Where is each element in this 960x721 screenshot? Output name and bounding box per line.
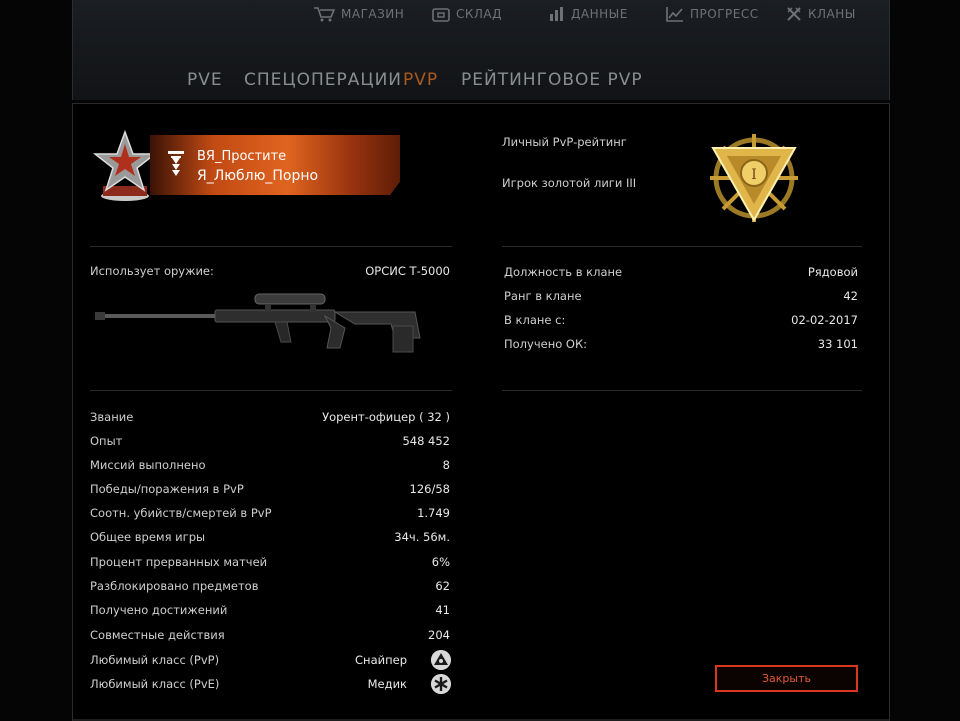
stat-label: Процент прерванных матчей [90,555,268,569]
tab-ranked-pvp[interactable]: РЕЙТИНГОВОЕ PVP [461,70,643,90]
weapon-name: ОРСИС Т-5000 [365,264,450,278]
clans-icon [787,7,801,21]
nav-warehouse[interactable]: СКЛАД [432,6,502,22]
nav-progress-label: ПРОГРЕСС [690,7,759,21]
clan-emblem-icon [168,151,184,176]
stat-label: Звание [90,410,134,424]
clan-since-value: 02-02-2017 [791,313,858,327]
stat-label: Соотн. убийств/смертей в PvP [90,506,272,520]
nav-data-label: ДАННЫЕ [571,7,628,21]
divider [90,390,452,391]
league-numeral: I [751,167,757,183]
stat-value: 41 [435,603,450,617]
tab-pve[interactable]: PVE [187,70,223,90]
player-nickname: Я_Люблю_Порно [197,168,319,184]
medic-class-icon [431,674,451,694]
data-icon [550,7,563,21]
stat-value: 204 [428,628,450,642]
tab-special-ops[interactable]: СПЕЦОПЕРАЦИИ [244,70,402,90]
league-label: Игрок золотой лиги III [502,176,637,190]
nav-clans[interactable]: КЛАНЫ [786,6,856,22]
player-banner: ВЯ_Простите Я_Люблю_Порно [150,135,400,195]
stat-value: 6% [431,555,450,569]
divider [90,246,452,247]
stat-label: Разблокировано предметов [90,579,259,593]
tab-pvp[interactable]: PVP [403,70,438,90]
nav-warehouse-label: СКЛАД [456,7,503,21]
stat-label: Победы/поражения в PvP [90,482,244,496]
stat-value: 34ч. 56м. [394,530,450,544]
progress-chart-icon [666,7,683,22]
warehouse-icon [432,8,450,22]
stat-label: Совместные действия [90,628,225,642]
stat-label: Любимый класс (PvE) [90,677,220,691]
weapon-label: Использует оружие: [90,264,214,278]
stat-value: Уорент-офицер ( 32 ) [322,410,450,424]
stat-value: 1.749 [417,506,450,520]
clan-name: ВЯ_Простите [197,149,287,164]
cart-icon [314,7,335,22]
stat-label: Любимый класс (PvP) [90,653,220,667]
clan-points-label: Получено ОК: [504,337,588,351]
divider [502,390,862,391]
gold-league-icon: I [710,134,798,223]
stat-value: Снайпер [355,653,407,667]
sniper-class-icon [431,650,451,670]
clan-rank-label: Ранг в клане [504,289,582,303]
divider [502,246,862,247]
sniper-rifle-image [95,293,421,353]
stat-value: 8 [442,458,450,472]
clan-role-value: Рядовой [807,265,858,279]
close-button[interactable]: Закрыть [715,665,858,692]
stat-label: Опыт [90,434,123,448]
stat-label: Общее время игры [90,530,206,544]
nav-data[interactable]: ДАННЫЕ [549,6,628,22]
clan-role-label: Должность в клане [504,265,623,279]
stat-value: 62 [435,579,450,593]
stat-value: 548 452 [402,434,450,448]
clan-since-label: В клане с: [504,313,566,327]
stat-value: Медик [367,677,407,691]
rank-star-badge-icon [93,130,157,201]
nav-clans-label: КЛАНЫ [808,7,856,21]
pvp-rating-label: Личный PvP-рейтинг [502,135,627,149]
stat-label: Получено достижений [90,603,228,617]
clan-points-value: 33 101 [817,337,858,351]
clan-rank-value: 42 [843,289,858,303]
nav-shop-label: МАГАЗИН [341,7,405,21]
stat-label: Миссий выполнено [90,458,206,472]
nav-shop[interactable]: МАГАЗИН [313,6,404,22]
stat-value: 126/58 [409,482,450,496]
nav-progress[interactable]: ПРОГРЕСС [666,6,759,22]
